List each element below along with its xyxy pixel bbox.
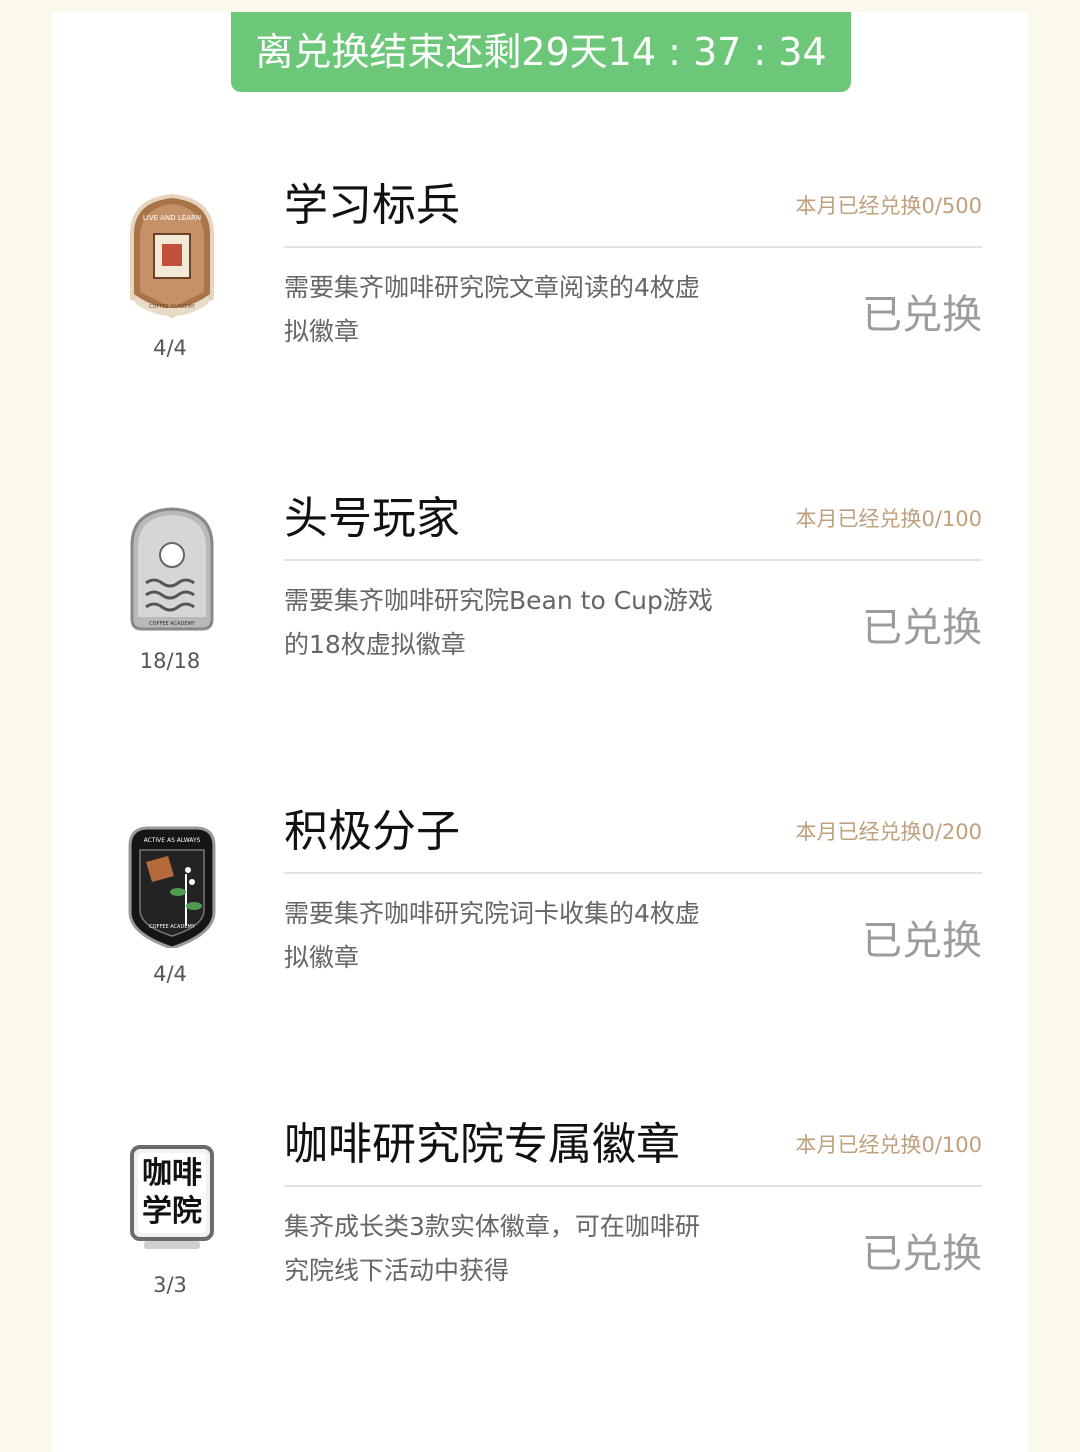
badge-text: COFFEE ACADEMY [149,924,196,930]
badge-text: COFFEE ACADEMY [149,621,196,627]
badge-text: 咖啡 [142,1156,202,1191]
redeemed-status: 已兑换 [862,918,982,964]
monthly-quota: 本月已经兑换0/100 [795,507,982,531]
item-title: 学习标兵 [284,180,460,231]
item-title: 积极分子 [284,806,460,857]
item-description: 集齐成长类3款实体徽章，可在咖啡研究院线下活动中获得 [284,1212,700,1285]
item-description: 需要集齐咖啡研究院词卡收集的4枚虚拟徽章 [284,899,700,972]
coffee-academy-silver-badge-icon: COFFEE ACADEMY [124,503,220,635]
item-title: 咖啡研究院专属徽章 [284,1119,680,1170]
badge-item[interactable]: 咖啡 学院 3/3 咖啡研究院专属徽章 本月已经兑换0/100 集齐成长类3款实… [0,1115,1080,1415]
divider [284,246,982,248]
badge-item[interactable]: COFFEE ACADEMY 18/18 头号玩家 本月已经兑换0/100 需要… [0,489,1080,789]
item-description: 需要集齐咖啡研究院文章阅读的4枚虚拟徽章 [284,273,700,346]
divider [284,559,982,561]
progress-count: 18/18 [139,649,201,673]
redeemed-status: 已兑换 [862,605,982,651]
item-description: 需要集齐咖啡研究院Bean to Cup游戏的18枚虚拟徽章 [284,586,713,659]
progress-count: 4/4 [153,962,187,986]
badge-text: COFFEE ACADEMY [149,304,196,310]
badge-text: 学院 [142,1194,202,1229]
countdown-banner: 离兑换结束还剩29天14 : 37 : 34 [231,12,851,92]
monthly-quota: 本月已经兑换0/500 [795,194,982,218]
badge-text: ACTIVE AS ALWAYS [144,837,201,844]
coffee-academy-text-badge-icon: 咖啡 学院 [124,1139,220,1257]
progress-count: 3/3 [153,1273,187,1297]
monthly-quota: 本月已经兑换0/100 [795,1133,982,1157]
redeemed-status: 已兑换 [862,292,982,338]
active-as-always-badge-icon: ACTIVE AS ALWAYS COFFEE ACADEMY [124,816,220,948]
progress-count: 4/4 [153,336,187,360]
redeemed-status: 已兑换 [862,1231,982,1277]
divider [284,872,982,874]
badge-item[interactable]: LIVE AND LEARN COFFEE ACADEMY 4/4 学习标兵 本… [0,176,1080,476]
divider [284,1185,982,1187]
live-and-learn-badge-icon: LIVE AND LEARN COFFEE ACADEMY [124,190,220,322]
item-title: 头号玩家 [284,493,460,544]
badge-item[interactable]: ACTIVE AS ALWAYS COFFEE ACADEMY 4/4 积极分子… [0,802,1080,1102]
monthly-quota: 本月已经兑换0/200 [795,820,982,844]
badge-text: LIVE AND LEARN [143,214,201,222]
